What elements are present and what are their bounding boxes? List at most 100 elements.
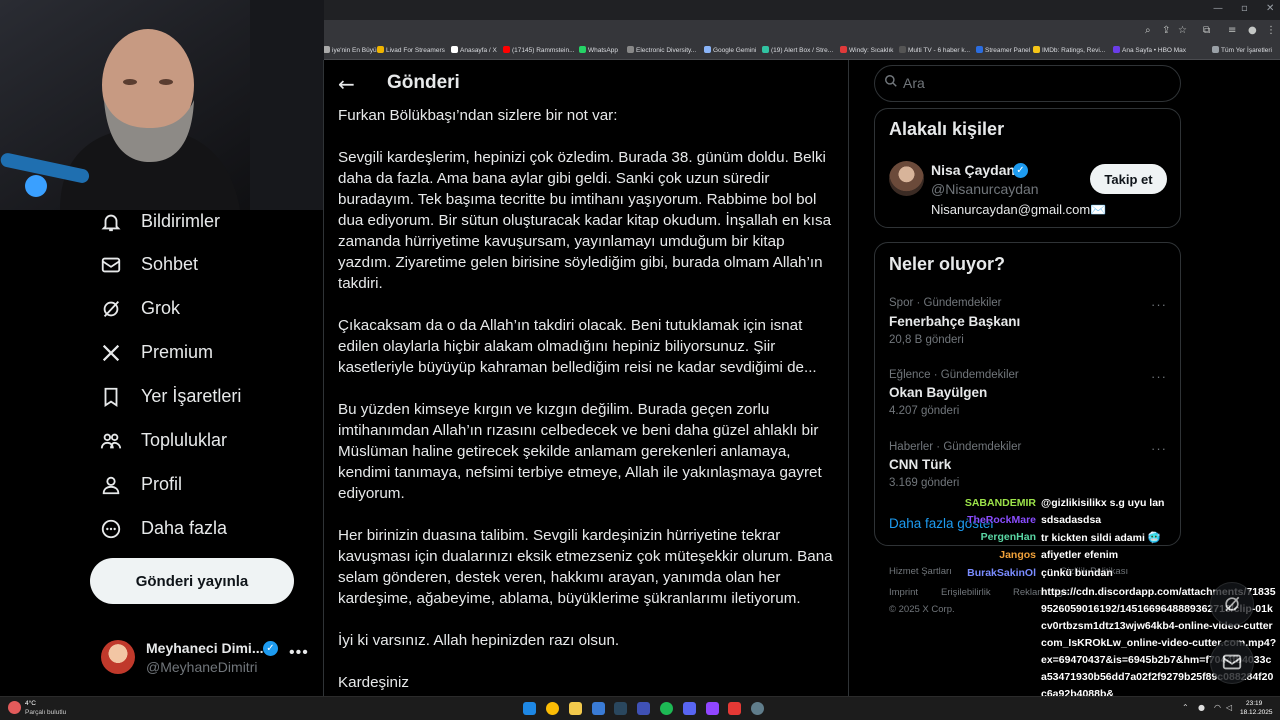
clock-time[interactable]: 23:19: [1246, 700, 1262, 707]
menu-icon[interactable]: ⋮: [1266, 25, 1276, 36]
streamer-figure: [0, 0, 324, 210]
nav-item-notifications[interactable]: Bildirimler: [100, 207, 220, 237]
bookmark-favicon: [503, 46, 510, 53]
weather-icon[interactable]: [8, 701, 21, 714]
steam-icon[interactable]: [614, 702, 627, 715]
trend-name[interactable]: Okan Bayülgen: [889, 385, 987, 400]
main-column-border-left: [323, 60, 324, 696]
bookmark-favicon: [579, 46, 586, 53]
folder-icon: [1212, 46, 1219, 53]
file-explorer-icon[interactable]: [569, 702, 582, 715]
maximize-icon[interactable]: ▫: [1241, 3, 1248, 14]
x-logo-icon: [102, 344, 120, 362]
chat-username: PergenHan: [980, 531, 1036, 543]
discord-icon[interactable]: [683, 702, 696, 715]
trends-title: Neler oluyor?: [889, 254, 1006, 274]
nav-item-grok[interactable]: Grok: [100, 294, 180, 324]
wifi-icon[interactable]: ◠: [1214, 703, 1221, 712]
person-handle: @Nisanurcaydan: [931, 181, 1039, 197]
account-name[interactable]: Meyhaneci Dimi...: [146, 640, 263, 656]
bookmark-favicon: [1033, 46, 1040, 53]
post-paragraph: Her birinizin duasına talibim. Sevgili k…: [338, 527, 833, 607]
taskbar: [0, 696, 1280, 720]
account-handle: @MeyhaneDimitri: [146, 659, 258, 675]
post-paragraph: Kardeşiniz: [338, 674, 409, 691]
nav-item-bookmarks[interactable]: Yer İşaretleri: [100, 382, 241, 412]
bookmark-folder[interactable]: Tüm Yer İşaretleri: [1212, 46, 1272, 54]
nav-item-premium[interactable]: Premium: [100, 338, 213, 368]
nav-item-communities[interactable]: Topluluklar: [100, 426, 227, 456]
bookmark-favicon: [899, 46, 906, 53]
footer-link[interactable]: Erişilebilirlik: [941, 587, 991, 598]
avatar[interactable]: [889, 161, 924, 196]
more-dots-icon[interactable]: ···: [1151, 369, 1167, 384]
bookmark-item[interactable]: (19) Alert Box / Stre...: [762, 46, 833, 54]
person-name[interactable]: Nisa Çaydan: [931, 162, 1015, 178]
nav-label: Bildirimler: [141, 211, 221, 231]
nav-label: Sohbet: [141, 254, 199, 274]
nav-item-messages[interactable]: Sohbet: [100, 250, 198, 280]
verified-badge-icon: ✓: [1013, 163, 1028, 178]
bell-icon: [101, 214, 121, 232]
messages-float-button[interactable]: [1210, 640, 1254, 684]
bookmark-item[interactable]: Electronic Diversity...: [627, 46, 696, 54]
app-icon[interactable]: [706, 702, 719, 715]
back-arrow-icon[interactable]: ←: [338, 72, 355, 96]
bookmark-item[interactable]: Livad For Streamers: [377, 46, 445, 54]
chat-message: Jangos afiyetler efenim: [999, 549, 1118, 561]
extensions-icon[interactable]: ⧉: [1203, 25, 1210, 36]
nav-item-more[interactable]: Daha fazla: [100, 514, 227, 544]
person-bio: Nisanurcaydan@gmail.com✉️: [931, 202, 1107, 217]
nav-item-profile[interactable]: Profil: [100, 470, 182, 500]
bookmark-item[interactable]: Anasayfa / X: [451, 46, 497, 54]
footer-link[interactable]: Imprint: [889, 587, 918, 598]
grok-float-button[interactable]: [1210, 582, 1254, 626]
post-paragraph: Sevgili kardeşlerim, hepinizi çok özledi…: [338, 149, 832, 292]
post-button[interactable]: Gönderi yayınla: [90, 558, 294, 604]
nav-label: Premium: [141, 342, 214, 362]
close-window-icon[interactable]: ✕: [1266, 3, 1274, 14]
bookmark-item[interactable]: WhatsApp: [579, 46, 618, 54]
follow-button[interactable]: Takip et: [1090, 164, 1167, 194]
bookmark-item[interactable]: Ana Sayfa • HBO Max: [1113, 46, 1186, 54]
chrome-icon[interactable]: [546, 702, 559, 715]
trend-name[interactable]: Fenerbahçe Başkanı: [889, 314, 1020, 329]
account-more-icon[interactable]: •••: [289, 644, 309, 662]
volume-icon[interactable]: ◁: [1226, 703, 1232, 712]
more-dots-icon[interactable]: ···: [1151, 297, 1167, 312]
tray-app-icon[interactable]: ●: [1198, 703, 1205, 712]
envelope-icon: [1222, 654, 1242, 670]
clock-date[interactable]: 18.12.2025: [1240, 709, 1273, 716]
app-icon[interactable]: [728, 702, 741, 715]
share-icon[interactable]: ⇪: [1162, 25, 1170, 36]
more-dots-icon[interactable]: ···: [1151, 441, 1167, 456]
app-icon[interactable]: [751, 702, 764, 715]
bookmark-item[interactable]: Streamer Panel: [976, 46, 1030, 54]
nav-label: Topluluklar: [141, 430, 228, 450]
bookmark-item[interactable]: Google Gemini: [704, 46, 756, 54]
chat-text: çünkü bundan: [1041, 567, 1113, 579]
app-icon[interactable]: [637, 702, 650, 715]
minimize-icon[interactable]: —: [1213, 3, 1223, 14]
trend-name[interactable]: CNN Türk: [889, 457, 951, 472]
verified-badge-icon: ✓: [263, 641, 278, 656]
bookmark-item[interactable]: Windy: Sıcaklık: [840, 46, 893, 54]
zoom-icon[interactable]: ⌕: [1145, 25, 1151, 36]
bookmark-item[interactable]: IMDb: Ratings, Revi...: [1033, 46, 1105, 54]
app-icon[interactable]: [592, 702, 605, 715]
tab-search-icon[interactable]: ≡: [1228, 25, 1236, 36]
spotify-icon[interactable]: [660, 702, 673, 715]
bookmark-item[interactable]: iye'nin En Büyü...: [323, 46, 382, 54]
bookmark-item[interactable]: (17145) Rammstein...: [503, 46, 575, 54]
bookmark-favicon: [1113, 46, 1120, 53]
avatar[interactable]: [101, 640, 135, 674]
chat-username: BurakSakinOl: [967, 567, 1036, 579]
tray-chevron-icon[interactable]: ⌃: [1182, 703, 1189, 712]
post-body: Furkan Bölükbaşı’ndan sizlere bir not va…: [338, 105, 838, 714]
start-icon[interactable]: [523, 702, 536, 715]
bookmark-item[interactable]: Multi TV - 6 haber k...: [899, 46, 970, 54]
webcam-overlay: [0, 0, 324, 210]
profile-icon[interactable]: ●: [1248, 25, 1257, 36]
star-icon[interactable]: ☆: [1178, 25, 1187, 36]
chat-username: SABANDEMIR: [964, 497, 1036, 509]
